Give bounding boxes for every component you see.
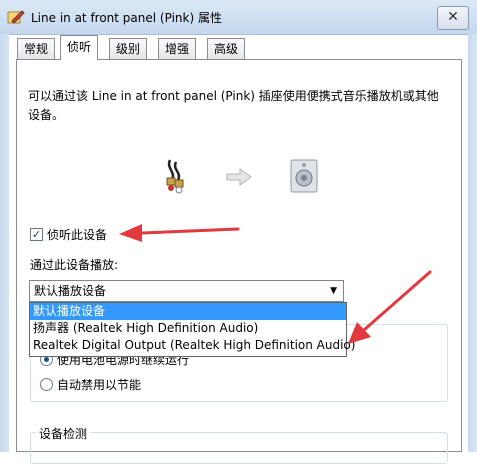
tab-advanced[interactable]: 高级 bbox=[207, 38, 246, 59]
dropdown-option-speakers[interactable]: 扬声器 (Realtek High Definition Audio) bbox=[30, 320, 346, 337]
tab-label: 常规 bbox=[24, 42, 49, 56]
audio-cable-icon bbox=[164, 158, 192, 197]
tab-label: 级别 bbox=[116, 42, 141, 56]
window-frame-right bbox=[468, 34, 477, 452]
tab-levels[interactable]: 级别 bbox=[109, 38, 148, 59]
dropdown-option-digital-output[interactable]: Realtek Digital Output (Realtek High Def… bbox=[30, 337, 355, 354]
radio-disable-label: 自动禁用以节能 bbox=[57, 378, 142, 392]
window-frame-left bbox=[0, 34, 9, 452]
chevron-down-icon[interactable]: ▼ bbox=[330, 281, 337, 301]
playback-device-select[interactable]: 默认播放设备 ▼ bbox=[29, 280, 344, 302]
arrow-right-icon bbox=[226, 168, 252, 189]
select-value: 默认播放设备 bbox=[34, 284, 107, 298]
tab-enhancements[interactable]: 增强 bbox=[158, 38, 197, 59]
listen-description: 可以通过该 Line in at front panel (Pink) 插座使用… bbox=[28, 89, 439, 122]
properties-icon bbox=[7, 9, 25, 25]
window-title: Line in at front panel (Pink) 属性 bbox=[31, 11, 222, 25]
tab-label: 侦听 bbox=[67, 40, 92, 54]
close-button[interactable]: ✕ bbox=[437, 6, 469, 30]
play-through-label: 通过此设备播放: bbox=[30, 258, 119, 272]
device-detection-label: 设备检测 bbox=[36, 425, 91, 442]
tab-label: 增强 bbox=[165, 42, 190, 56]
listen-checkbox-row[interactable]: ✓ 侦听此设备 bbox=[30, 226, 107, 243]
speaker-icon bbox=[289, 158, 319, 197]
radio-disable[interactable] bbox=[40, 378, 53, 391]
power-option-disable[interactable]: 自动禁用以节能 bbox=[40, 376, 141, 393]
tab-label: 高级 bbox=[214, 42, 239, 56]
playback-device-dropdown[interactable]: 默认播放设备 扬声器 (Realtek High Definition Audi… bbox=[29, 302, 355, 357]
listen-checkbox-label: 侦听此设备 bbox=[47, 228, 108, 242]
close-icon: ✕ bbox=[447, 9, 459, 25]
title-bar: Line in at front panel (Pink) 属性 ✕ bbox=[0, 0, 477, 35]
tab-listen[interactable]: 侦听 bbox=[60, 35, 99, 60]
tab-general[interactable]: 常规 bbox=[17, 38, 56, 59]
dropdown-option-default[interactable]: 默认播放设备 bbox=[30, 303, 346, 320]
device-detection-group bbox=[30, 432, 448, 464]
listen-checkbox[interactable]: ✓ bbox=[30, 228, 43, 241]
